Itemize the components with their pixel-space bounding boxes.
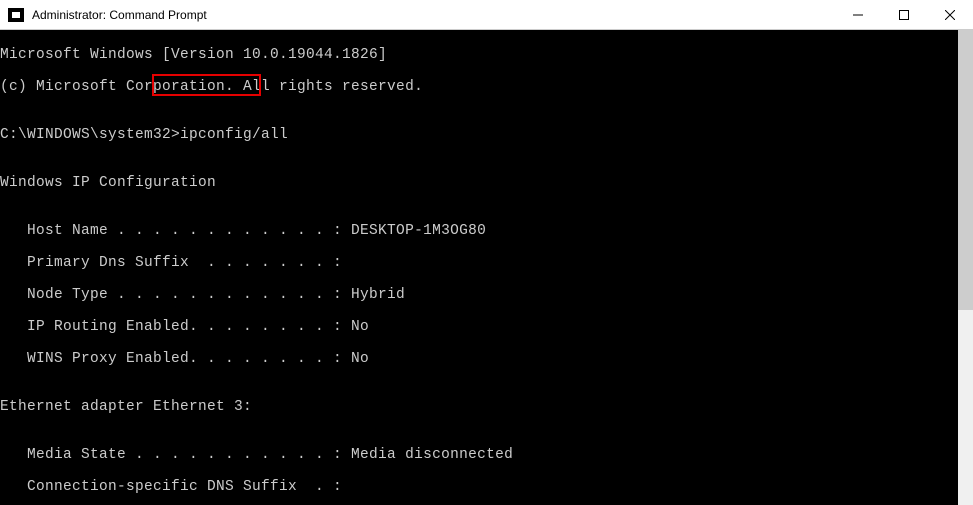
command-text: >ipconfig/all [171, 127, 288, 143]
output-line: Host Name . . . . . . . . . . . . : DESK… [0, 223, 958, 239]
prompt-path: C:\WINDOWS\system32 [0, 127, 171, 143]
output-line: IP Routing Enabled. . . . . . . . : No [0, 319, 958, 335]
cmd-icon [8, 8, 24, 22]
close-button[interactable] [927, 0, 973, 29]
window-controls [835, 0, 973, 29]
output-line: Media State . . . . . . . . . . . : Medi… [0, 447, 958, 463]
output-line: Connection-specific DNS Suffix . : [0, 479, 958, 495]
output-line: WINS Proxy Enabled. . . . . . . . : No [0, 351, 958, 367]
vertical-scrollbar[interactable] [958, 30, 973, 505]
prompt-line: C:\WINDOWS\system32>ipconfig/all [0, 127, 958, 143]
terminal-output[interactable]: Microsoft Windows [Version 10.0.19044.18… [0, 30, 958, 505]
titlebar[interactable]: Administrator: Command Prompt [0, 0, 973, 30]
terminal-container: Microsoft Windows [Version 10.0.19044.18… [0, 30, 973, 505]
output-line: (c) Microsoft Corporation. All rights re… [0, 79, 958, 95]
window-title: Administrator: Command Prompt [32, 8, 835, 22]
scrollbar-thumb[interactable] [958, 30, 973, 310]
section-header: Ethernet adapter Ethernet 3: [0, 399, 958, 415]
output-line: Microsoft Windows [Version 10.0.19044.18… [0, 47, 958, 63]
maximize-button[interactable] [881, 0, 927, 29]
minimize-button[interactable] [835, 0, 881, 29]
section-header: Windows IP Configuration [0, 175, 958, 191]
output-line: Primary Dns Suffix . . . . . . . : [0, 255, 958, 271]
output-line: Node Type . . . . . . . . . . . . : Hybr… [0, 287, 958, 303]
